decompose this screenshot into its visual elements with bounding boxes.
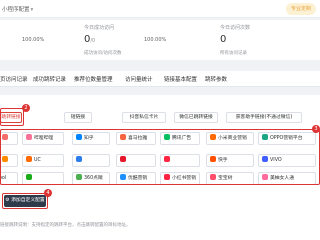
channel-short-link[interactable]: 短链接 bbox=[64, 112, 92, 123]
pro-badge[interactable]: 专业定制 bbox=[286, 3, 316, 15]
top-bar: 小程序配置▾ 专业定制 bbox=[0, 0, 320, 18]
highlight-box-2 bbox=[0, 108, 24, 126]
step-badge-4: 4 bbox=[44, 189, 52, 197]
tab-jump-params[interactable]: 跳转参数 bbox=[205, 75, 227, 83]
stat-percent: 100.00% bbox=[22, 37, 45, 43]
stat-value-suffix: /0 bbox=[90, 38, 96, 44]
channel-customer-link[interactable]: 获客助手链接(不通过微信) bbox=[226, 112, 302, 123]
breadcrumb[interactable]: 小程序配置▾ bbox=[2, 5, 33, 13]
stat-value: 0 bbox=[220, 34, 227, 45]
highlight-box-4 bbox=[2, 193, 48, 209]
tab-bar: 页访问记录 成功跳转记录 推荐位数量管理 访问量统计 链接基本配置 跳转参数 bbox=[0, 71, 320, 87]
stat-card-3: 今日访问次数 0 所有访问记录 bbox=[220, 20, 310, 60]
tab-success-records[interactable]: 成功跳转记录 bbox=[33, 75, 66, 83]
channel-wechat-link[interactable]: 微信已跳转链接 bbox=[174, 112, 218, 123]
tab-traffic-stats[interactable]: 访问量统计 bbox=[125, 75, 153, 83]
stat-card-1: 100.00% bbox=[0, 20, 80, 60]
stat-label: 今日成功访问 bbox=[84, 25, 115, 31]
help-text: 链接跳转说明：支持指定的跳转平台，点击跳转配置的目标地址。 bbox=[0, 223, 131, 228]
stat-value: 0/0 bbox=[84, 34, 95, 45]
stats-panel: 100.00% 今日成功访问 0/0 成功访问/访问次数 100.00% 今日访… bbox=[0, 20, 320, 60]
stat-subtitle: 所有访问记录 bbox=[220, 51, 247, 56]
chevron-down-icon: ▾ bbox=[30, 7, 34, 13]
channel-douyin-card[interactable]: 抖音私信卡片 bbox=[122, 112, 166, 123]
step-badge-2: 2 bbox=[22, 104, 30, 112]
stat-label: 今日访问次数 bbox=[220, 25, 251, 31]
channel-tabs: 跳转链接 短链接 抖音私信卡片 微信已跳转链接 获客助手链接(不通过微信) bbox=[0, 107, 302, 126]
stat-subtitle: 成功访问/访问次数 bbox=[84, 51, 122, 56]
tab-recommend-manage[interactable]: 推荐位数量管理 bbox=[74, 75, 113, 83]
breadcrumb-text: 小程序配置 bbox=[2, 7, 30, 13]
stat-card-2: 今日成功访问 0/0 成功访问/访问次数 100.00% bbox=[84, 20, 174, 60]
tab-link-config[interactable]: 链接基本配置 bbox=[164, 75, 197, 83]
step-badge-3: 3 bbox=[312, 125, 320, 133]
tab-visit-records[interactable]: 页访问记录 bbox=[0, 75, 28, 83]
highlight-box-3 bbox=[0, 129, 320, 185]
stat-percent: 100.00% bbox=[144, 37, 167, 43]
